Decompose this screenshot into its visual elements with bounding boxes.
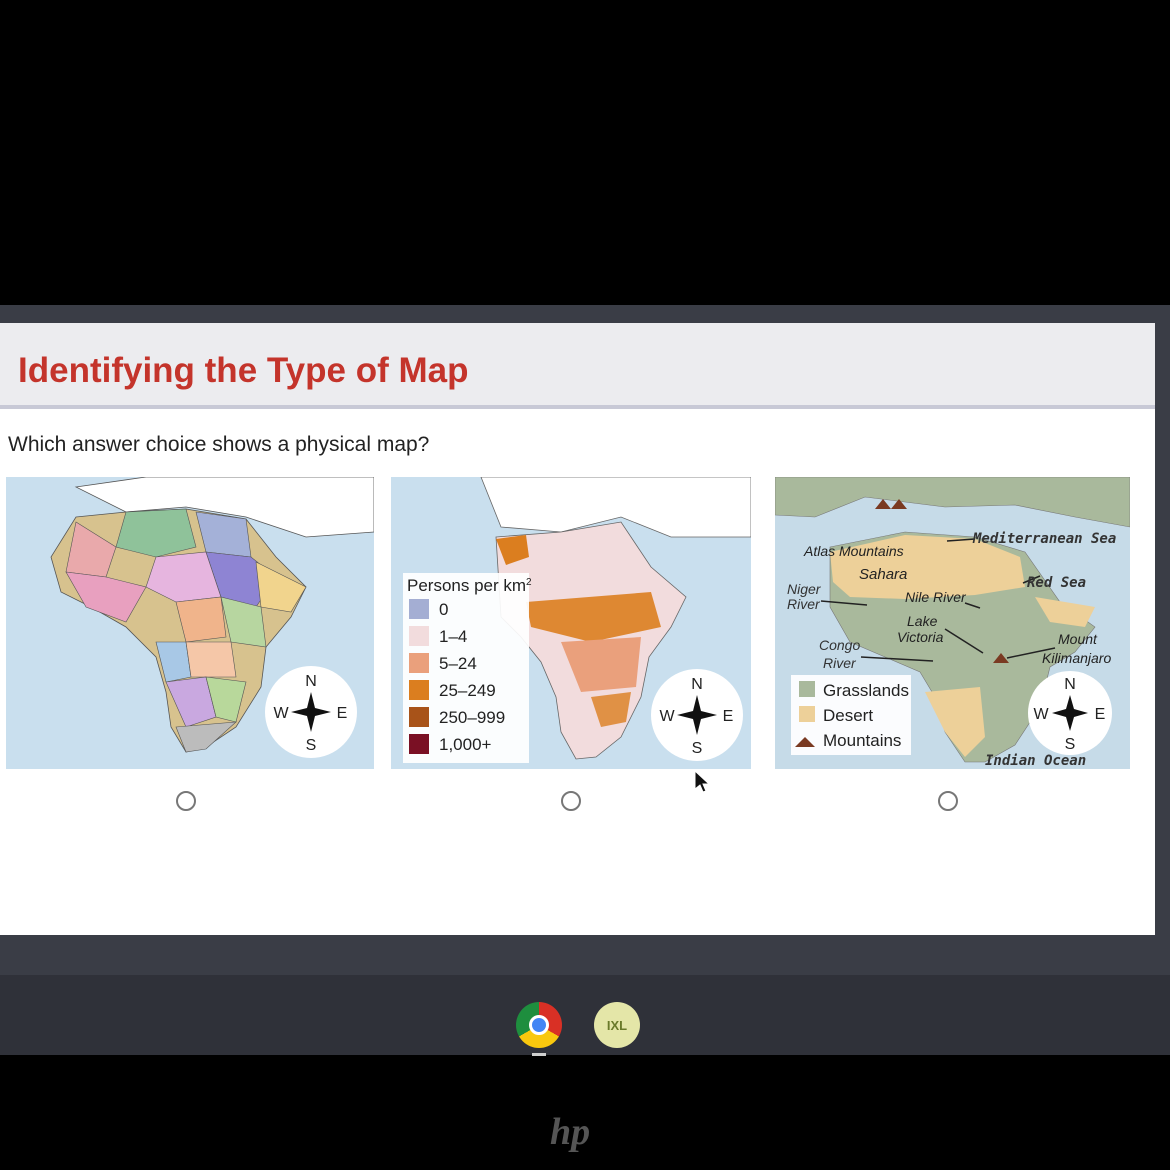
physical-map: Mediterranean Sea Atlas Mountains Sahara… xyxy=(775,477,1130,769)
label-niger: Niger River xyxy=(787,581,822,612)
legend-label: Mountains xyxy=(823,731,901,750)
compass-n: N xyxy=(305,673,317,690)
page-title: Identifying the Type of Map xyxy=(18,351,469,390)
chrome-icon[interactable] xyxy=(516,1002,562,1048)
legend-label: 25–249 xyxy=(439,681,496,700)
legend-label: Grasslands xyxy=(823,681,909,700)
ixl-app-label: IXL xyxy=(606,1017,628,1033)
label-indian-ocean: Indian Ocean xyxy=(985,753,1086,769)
legend-swatch xyxy=(409,707,429,727)
label-atlas: Atlas Mountains xyxy=(803,543,904,559)
ixl-app-icon[interactable]: IXL xyxy=(594,1002,640,1048)
question-page: Identifying the Type of Map Which answer… xyxy=(0,323,1155,935)
country xyxy=(185,641,237,678)
legend-label: Desert xyxy=(823,706,873,725)
compass-e: E xyxy=(337,705,348,722)
compass-w: W xyxy=(273,705,289,722)
compass-s: S xyxy=(692,740,703,757)
compass-w: W xyxy=(659,708,675,725)
compass-s: S xyxy=(1065,736,1076,753)
label-mediterranean: Mediterranean Sea xyxy=(972,531,1116,547)
country xyxy=(115,508,197,558)
legend-swatch xyxy=(409,626,429,646)
political-map: N S E W xyxy=(6,477,374,769)
legend-label: 250–999 xyxy=(439,708,505,727)
active-app-indicator xyxy=(532,1053,546,1056)
legend-swatch xyxy=(799,706,815,722)
compass-w: W xyxy=(1033,706,1049,723)
label-nile: Nile River xyxy=(905,589,967,605)
compass-s: S xyxy=(306,737,317,754)
taskbar-shelf xyxy=(0,975,1170,1055)
screen: Identifying the Type of Map Which answer… xyxy=(0,305,1170,1056)
compass-n: N xyxy=(1064,676,1076,693)
answer-radio-political[interactable] xyxy=(176,791,196,811)
compass-e: E xyxy=(723,708,734,725)
question-text: Which answer choice shows a physical map… xyxy=(8,433,430,456)
legend-swatch xyxy=(409,599,429,619)
answer-radio-physical[interactable] xyxy=(938,791,958,811)
label-red-sea: Red Sea xyxy=(1027,575,1086,591)
page-header: Identifying the Type of Map xyxy=(0,323,1155,409)
legend-swatch xyxy=(409,653,429,673)
compass-n: N xyxy=(691,676,703,693)
hp-logo: hp xyxy=(550,1111,591,1153)
legend-label: 5–24 xyxy=(439,654,477,673)
legend-swatch xyxy=(409,734,429,754)
population-density-map: Persons per km2 0 1–4 5–24 25–249 250–999 1,0… xyxy=(391,477,751,769)
legend-swatch xyxy=(409,680,429,700)
legend-swatch xyxy=(799,681,815,697)
legend-label: 1,000+ xyxy=(439,735,492,754)
legend-label: 1–4 xyxy=(439,627,467,646)
legend-label: 0 xyxy=(439,600,448,619)
legend-title: Persons per km2 xyxy=(407,576,532,595)
mouse-cursor-icon xyxy=(694,770,711,793)
compass-e: E xyxy=(1095,706,1106,723)
label-sahara: Sahara xyxy=(859,566,907,583)
answer-radio-population[interactable] xyxy=(561,791,581,811)
